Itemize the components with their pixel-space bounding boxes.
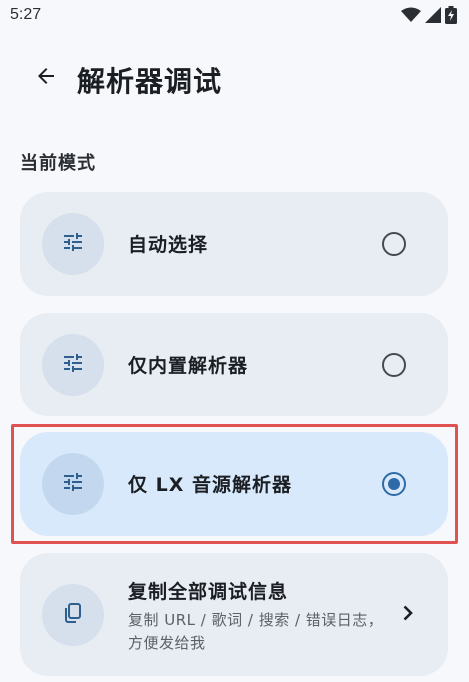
copy-debug-info-button[interactable]: 复制全部调试信息 复制 URL / 歌词 / 搜索 / 错误日志，方便发给我	[20, 553, 448, 676]
wifi-icon	[401, 7, 421, 23]
status-icons	[401, 6, 457, 24]
battery-charging-icon	[445, 6, 457, 24]
mode-option-auto[interactable]: 自动选择	[20, 192, 448, 296]
mode-icon-container	[42, 334, 104, 396]
signal-icon	[425, 7, 441, 23]
radio-dot	[388, 478, 400, 490]
copy-icon	[61, 601, 85, 629]
mode-label: 自动选择	[128, 234, 209, 256]
chevron-right-icon	[398, 601, 418, 625]
status-time: 5:27	[10, 6, 42, 23]
mode-option-builtin[interactable]: 仅内置解析器	[20, 313, 448, 416]
radio-unchecked[interactable]	[382, 232, 406, 256]
back-button[interactable]	[26, 58, 66, 98]
mode-icon-container	[42, 453, 104, 515]
tune-icon	[61, 351, 85, 379]
copy-title: 复制全部调试信息	[128, 581, 289, 603]
mode-option-lx[interactable]: 仅 LX 音源解析器	[20, 432, 448, 536]
app-bar: 解析器调试	[0, 48, 469, 108]
radio-checked[interactable]	[382, 472, 406, 496]
tune-icon	[61, 470, 85, 498]
mode-label: 仅内置解析器	[128, 355, 249, 377]
page-title: 解析器调试	[77, 65, 223, 98]
mode-icon-container	[42, 213, 104, 275]
section-label: 当前模式	[20, 153, 96, 174]
copy-icon-container	[42, 584, 104, 646]
copy-subtitle: 复制 URL / 歌词 / 搜索 / 错误日志，方便发给我	[128, 611, 384, 652]
radio-unchecked[interactable]	[382, 353, 406, 377]
tune-icon	[61, 230, 85, 258]
status-bar: 5:27	[0, 0, 469, 30]
arrow-left-icon	[34, 64, 58, 92]
mode-label: 仅 LX 音源解析器	[128, 474, 292, 496]
